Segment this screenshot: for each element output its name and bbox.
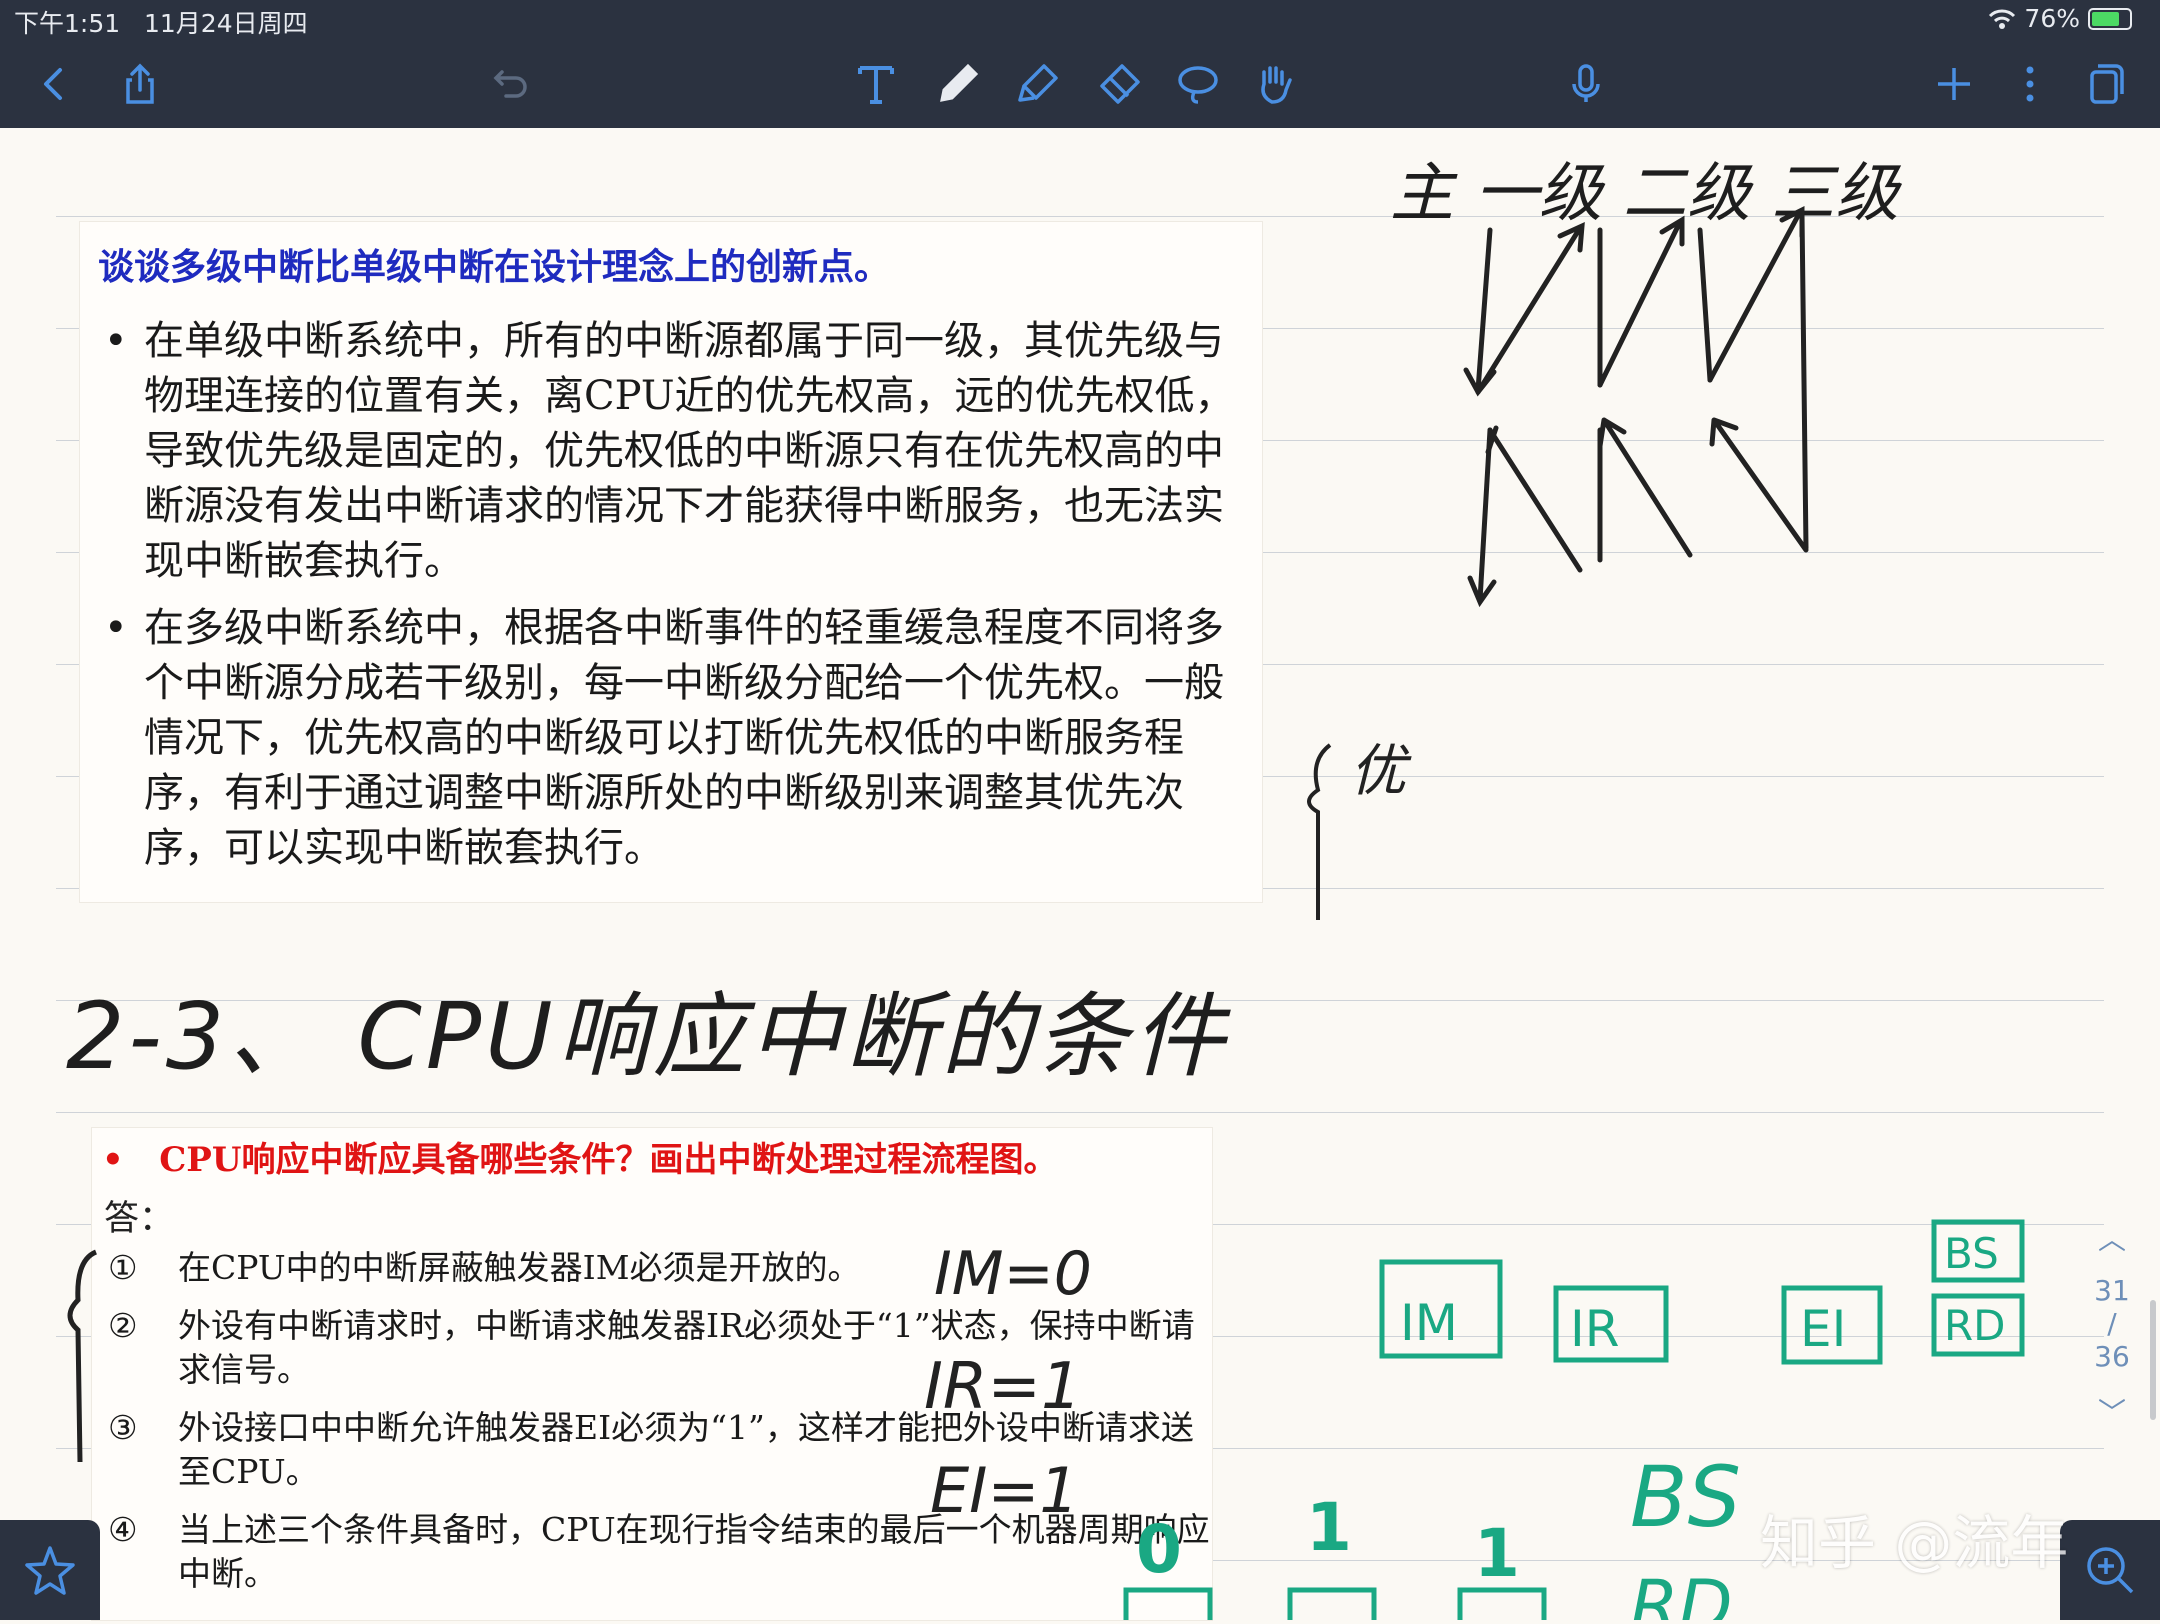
zoom-in-icon [2087, 1547, 2134, 1594]
toolbar [0, 40, 2160, 128]
battery-percent: 76% [2024, 4, 2080, 33]
undo-icon[interactable] [480, 54, 540, 114]
pages-icon[interactable] [2076, 54, 2136, 114]
answer-label: 答： [104, 1199, 175, 1239]
page-total: 36 [2094, 1340, 2130, 1373]
page-navigator: ︿ 31 / 36 ﹀ [2080, 1222, 2144, 1442]
microphone-icon[interactable] [1556, 54, 1616, 114]
favorite-button[interactable] [0, 1520, 100, 1620]
lasso-icon[interactable] [1168, 54, 1228, 114]
slide-multilevel-interrupt: 谈谈多级中断比单级中断在设计理念上的创新点。 在单级中断系统中，所有的中断源都属… [80, 222, 1262, 902]
condition-number: ③ [108, 1408, 138, 1447]
watermark: 知乎 @流年 [1760, 1509, 2069, 1577]
status-date: 11月24日周四 [143, 9, 308, 38]
condition-item: ① 在CPU中的中断屏蔽触发器IM必须是开放的。 [100, 1246, 1210, 1290]
slide2-question-text: CPU响应中断应具备哪些条件？画出中断处理过程流程图。 [159, 1140, 1058, 1180]
status-time: 下午1:51 [14, 9, 121, 38]
pen-icon[interactable] [928, 54, 988, 114]
slide2-question: • CPU响应中断应具备哪些条件？画出中断处理过程流程图。 [102, 1140, 1058, 1180]
condition-item: ② 外设有中断请求时，中断请求触发器IR必须处于“1”状态，保持中断请求信号。 [100, 1304, 1210, 1392]
condition-text: 在CPU中的中断屏蔽触发器IM必须是开放的。 [178, 1248, 861, 1287]
condition-list: ① 在CPU中的中断屏蔽触发器IM必须是开放的。 ② 外设有中断请求时，中断请求触发… [100, 1246, 1210, 1610]
page-up-icon[interactable]: ︿ [2080, 1222, 2144, 1258]
slide1-bullets: 在单级中断系统中，所有的中断源都属于同一级，其优先级与物理连接的位置有关，离CP… [94, 314, 1244, 888]
condition-text: 当上述三个条件具备时，CPU在现行指令结束的最后一个机器周期响应中断。 [178, 1510, 1210, 1593]
battery-icon [2088, 7, 2132, 30]
star-icon [25, 1546, 75, 1595]
condition-number: ② [108, 1306, 138, 1345]
back-icon[interactable] [24, 54, 84, 114]
condition-number: ④ [108, 1510, 138, 1549]
condition-number: ① [108, 1248, 138, 1287]
slide1-question: 谈谈多级中断比单级中断在设计理念上的创新点。 [98, 246, 891, 288]
slide1-bullet: 在多级中断系统中，根据各中断事件的轻重缓急程度不同将多个中断源分成若干级别，每一… [94, 601, 1244, 876]
condition-item: ③ 外设接口中中断允许触发器EI必须为“1”，这样才能把外设中断请求送至CPU。 [100, 1406, 1210, 1494]
highlighter-icon[interactable] [1008, 54, 1068, 114]
slide1-bullet: 在单级中断系统中，所有的中断源都属于同一级，其优先级与物理连接的位置有关，离CP… [94, 314, 1244, 589]
plus-icon[interactable] [1924, 54, 1984, 114]
condition-text: 外设有中断请求时，中断请求触发器IR必须处于“1”状态，保持中断请求信号。 [178, 1306, 1195, 1389]
eraser-icon[interactable] [1088, 54, 1148, 114]
page-down-icon[interactable]: ﹀ [2080, 1395, 2144, 1431]
page-current: 31 [2094, 1274, 2130, 1307]
share-icon[interactable] [110, 54, 170, 114]
condition-text: 外设接口中中断允许触发器EI必须为“1”，这样才能把外设中断请求送至CPU。 [178, 1408, 1194, 1491]
slide-cpu-interrupt-conditions: • CPU响应中断应具备哪些条件？画出中断处理过程流程图。 答： ① 在CPU中的… [92, 1128, 1212, 1620]
scrollbar[interactable] [2150, 1300, 2156, 1420]
status-bar: 下午1:51 11月24日周四 76% [0, 0, 2160, 40]
page-separator: / [2107, 1307, 2117, 1340]
condition-item: ④ 当上述三个条件具备时，CPU在现行指令结束的最后一个机器周期响应中断。 [100, 1508, 1210, 1596]
wifi-icon [1989, 9, 2016, 29]
zoom-button[interactable] [2060, 1520, 2160, 1620]
text-tool-icon[interactable] [846, 54, 906, 114]
hand-icon[interactable] [1244, 54, 1304, 114]
more-icon[interactable] [2000, 54, 2060, 114]
